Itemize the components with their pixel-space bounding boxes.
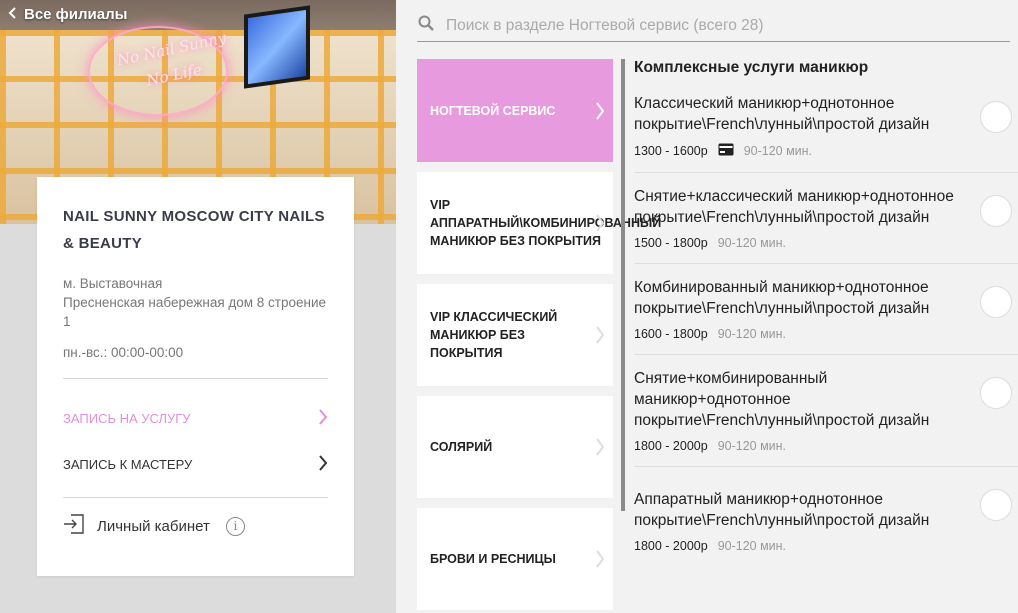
service-group-title: Комплексные услуги маникюр [634, 59, 869, 76]
service-price: 1500 - 1800р [634, 236, 708, 250]
service-name: Аппаратный маникюр+однотонное покрытие\F… [634, 491, 930, 529]
service-item[interactable]: Комбинированный маникюр+однотонное покры… [634, 264, 1018, 355]
personal-account-link[interactable]: Личный кабинет i [63, 500, 328, 552]
back-to-branches-link[interactable]: Все филиалы [8, 6, 127, 23]
service-duration: 90-120 мин. [717, 236, 787, 250]
service-duration: 90-120 мин. [717, 439, 787, 453]
service-item[interactable]: Аппаратный маникюр+однотонное покрытие\F… [634, 467, 1018, 566]
chevron-right-icon [596, 326, 605, 344]
service-name: Классический маникюр+однотонное покрытие… [634, 95, 930, 133]
metro-station: м. Выставочная [63, 276, 163, 291]
category-item[interactable]: НОГТЕВОЙ СЕРВИС [417, 59, 613, 162]
book-service-label: ЗАПИСЬ НА УСЛУГУ [63, 410, 191, 426]
tv-screen [244, 5, 310, 89]
book-master-label: ЗАПИСЬ К МАСТЕРУ [63, 456, 193, 472]
search-input[interactable] [446, 16, 986, 35]
divider [63, 497, 328, 498]
chevron-right-icon [318, 454, 328, 474]
category-item[interactable]: БРОВИ И РЕСНИЦЫ [417, 508, 613, 610]
category-item[interactable]: СОЛЯРИЙ [417, 396, 613, 498]
service-duration: 90-120 мин. [743, 144, 813, 158]
back-label: Все филиалы [24, 6, 128, 23]
category-list: НОГТЕВОЙ СЕРВИС VIP АППАРАТНЫЙ\КОМБИНИРОВ… [417, 59, 661, 613]
services-section: НОГТЕВОЙ СЕРВИС VIPАППАРАТНЫЙ\КОМБИНИРОВ… [396, 0, 1018, 613]
chevron-right-icon [318, 408, 328, 428]
salon-name: NAIL SUNNY MOSCOW CITY NAILS & BEAUTY [63, 208, 325, 252]
salon-card: NAIL SUNNY MOSCOW CITY NAILS & BEAUTY м.… [37, 177, 354, 576]
search-icon [417, 15, 434, 36]
search-bar [417, 10, 1010, 42]
service-name: Снятие+комбинированный маникюр+однотонно… [634, 370, 930, 429]
category-label: СОЛЯРИЙ [430, 440, 493, 454]
category-label: БРОВИ И РЕСНИЦЫ [430, 552, 556, 566]
chevron-right-icon [596, 550, 605, 568]
category-item[interactable]: VIP КЛАССИЧЕСКИЙ МАНИКЮР БЕЗ ПОКРЫТИЯ [417, 284, 613, 386]
service-duration: 90-120 мин. [717, 327, 787, 341]
service-item[interactable]: Снятие+комбинированный маникюр+однотонно… [634, 355, 1018, 467]
chevron-right-icon [596, 214, 605, 232]
salon-panel: No Nail Sunny No Life Все филиалы NAIL S… [0, 0, 396, 613]
chevron-right-icon [596, 101, 605, 120]
divider [63, 378, 328, 379]
service-select-radio[interactable] [980, 195, 1012, 227]
working-hours: пн.-вс.: 00:00-00:00 [63, 345, 184, 360]
service-item[interactable]: Классический маникюр+однотонное покрытие… [634, 79, 1018, 173]
chevron-right-icon [596, 438, 605, 456]
service-price: 1800 - 2000р [634, 439, 708, 453]
chevron-left-icon [8, 6, 18, 23]
service-price: 1300 - 1600р [634, 144, 708, 158]
category-label: VIP АППАРАТНЫЙ\КОМБИНИРОВАННЫЙ МАНИКЮР БЕЗ… [430, 198, 662, 248]
service-duration: 90-120 мин. [717, 539, 787, 553]
service-select-radio[interactable] [980, 286, 1012, 318]
service-select-radio[interactable] [980, 101, 1012, 133]
category-scrollbar[interactable] [621, 59, 625, 511]
service-item[interactable]: Снятие+классический маникюр+однотонное п… [634, 173, 1018, 264]
personal-account-label: Личный кабинет [97, 517, 210, 535]
category-label: VIP КЛАССИЧЕСКИЙ МАНИКЮР БЕЗ ПОКРЫТИЯ [430, 310, 558, 360]
service-price: 1600 - 1800р [634, 327, 708, 341]
service-name: Снятие+классический маникюр+однотонное п… [634, 188, 954, 226]
service-list: Комплексные услуги маникюр Классический … [634, 59, 1018, 566]
book-master-button[interactable]: ЗАПИСЬ К МАСТЕРУ [63, 441, 328, 487]
salon-address: Пресненская набережная дом 8 строение 1 [63, 295, 327, 329]
service-name: Комбинированный маникюр+однотонное покры… [634, 279, 930, 317]
login-icon [63, 513, 85, 539]
category-label: НОГТЕВОЙ СЕРВИС [430, 103, 556, 118]
credit-card-icon [718, 143, 734, 159]
service-select-radio[interactable] [980, 489, 1012, 521]
book-service-button[interactable]: ЗАПИСЬ НА УСЛУГУ [63, 395, 328, 441]
service-price: 1800 - 2000р [634, 539, 708, 553]
info-icon[interactable]: i [225, 516, 245, 536]
service-select-radio[interactable] [980, 377, 1012, 409]
category-item[interactable]: VIP АППАРАТНЫЙ\КОМБИНИРОВАННЫЙ МАНИКЮР БЕЗ… [417, 172, 661, 274]
